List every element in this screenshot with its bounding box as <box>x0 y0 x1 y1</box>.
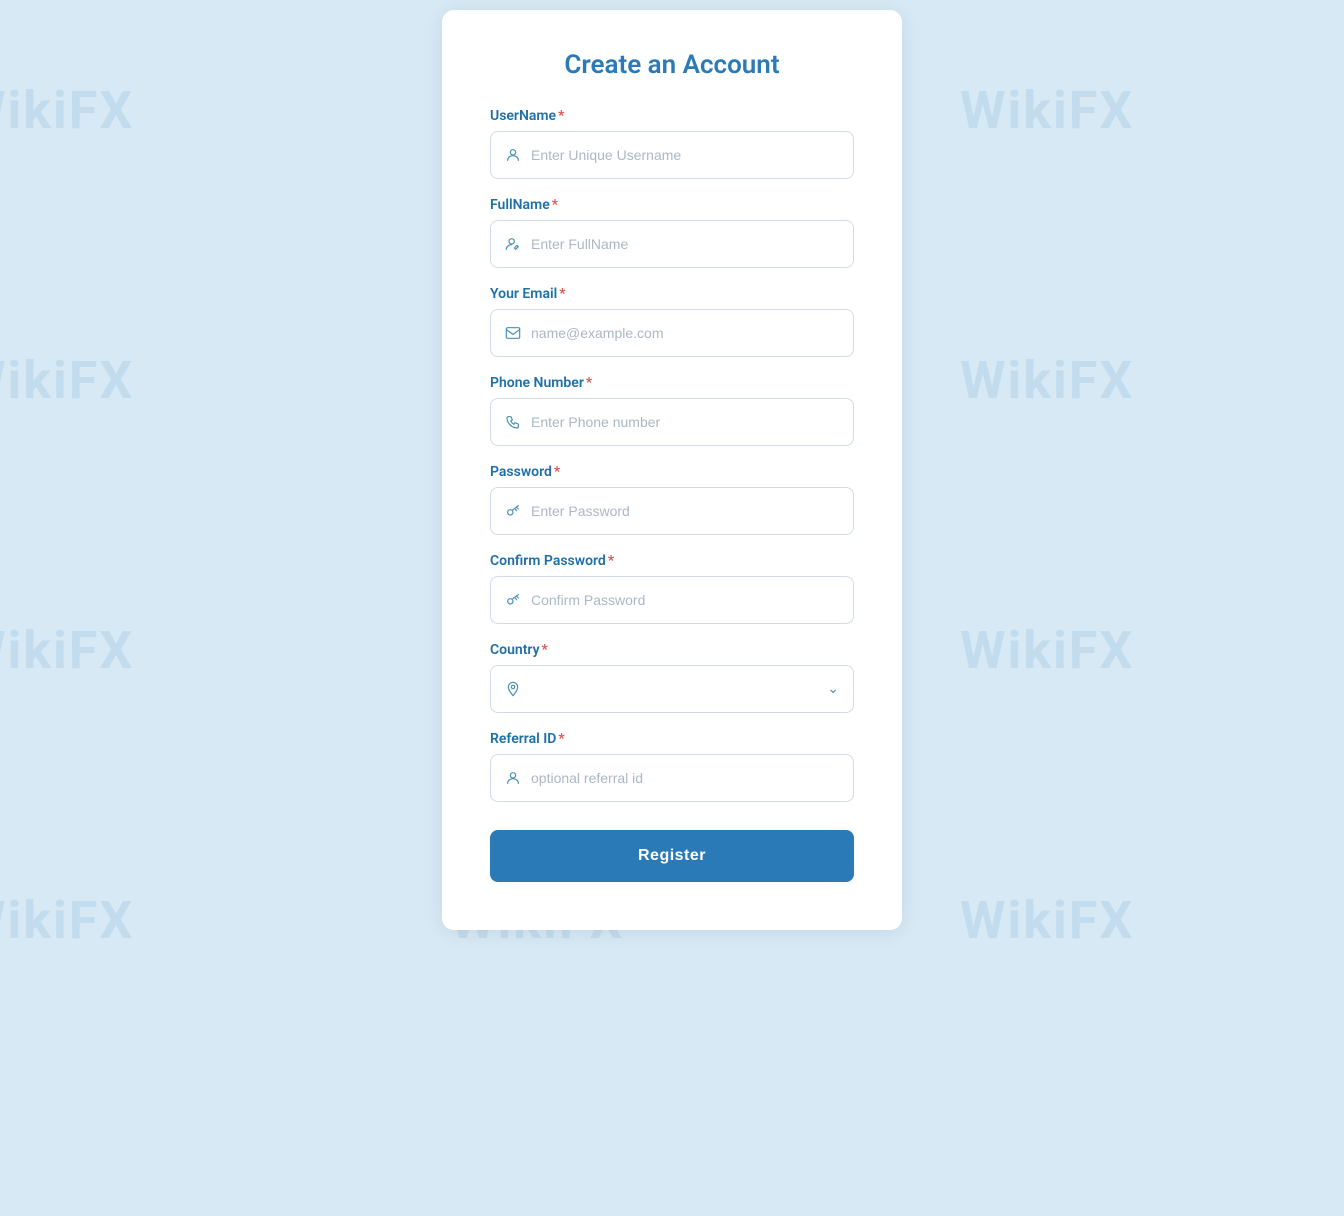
password-input-wrapper <box>490 487 854 535</box>
referral-field-group: Referral ID* <box>490 731 854 802</box>
phone-label: Phone Number* <box>490 375 854 391</box>
confirm-password-input-wrapper <box>490 576 854 624</box>
country-label: Country* <box>490 642 854 658</box>
confirm-password-field-group: Confirm Password* <box>490 553 854 624</box>
mail-icon <box>505 325 521 341</box>
password-field-group: Password* <box>490 464 854 535</box>
required-marker: * <box>608 553 614 569</box>
fullname-input-wrapper <box>490 220 854 268</box>
key-icon-2 <box>505 592 521 608</box>
chevron-down-icon: ⌄ <box>827 681 839 697</box>
required-marker: * <box>558 108 564 124</box>
location-pin-icon <box>505 681 521 697</box>
watermark: WikiFX <box>0 890 134 951</box>
country-select-wrapper: United States United Kingdom Canada Aust… <box>490 665 854 713</box>
phone-input[interactable] <box>531 399 839 445</box>
email-input[interactable] <box>531 310 839 356</box>
phone-icon <box>505 414 521 430</box>
watermark: WikiFX <box>0 620 134 681</box>
country-field-group: Country* United States United Kingdom Ca… <box>490 642 854 713</box>
watermark: WikiFX <box>960 890 1134 951</box>
email-field-group: Your Email* <box>490 286 854 357</box>
email-label: Your Email* <box>490 286 854 302</box>
watermark: WikiFX <box>960 80 1134 141</box>
user-icon <box>505 147 521 163</box>
watermark: WikiFX <box>960 350 1134 411</box>
email-input-wrapper <box>490 309 854 357</box>
password-input[interactable] <box>531 488 839 534</box>
key-icon <box>505 503 521 519</box>
page-title: Create an Account <box>490 50 854 80</box>
referral-label: Referral ID* <box>490 731 854 747</box>
referral-input[interactable] <box>531 755 839 801</box>
phone-field-group: Phone Number* <box>490 375 854 446</box>
referral-input-wrapper <box>490 754 854 802</box>
user-edit-icon <box>505 236 521 252</box>
watermark: WikiFX <box>0 350 134 411</box>
confirm-password-input[interactable] <box>531 577 839 623</box>
username-input-wrapper <box>490 131 854 179</box>
fullname-label: FullName* <box>490 197 854 213</box>
required-marker: * <box>552 197 558 213</box>
phone-input-wrapper <box>490 398 854 446</box>
required-marker: * <box>586 375 592 391</box>
required-marker: * <box>558 731 564 747</box>
required-marker: * <box>542 642 548 658</box>
required-marker: * <box>554 464 560 480</box>
password-label: Password* <box>490 464 854 480</box>
fullname-field-group: FullName* <box>490 197 854 268</box>
fullname-input[interactable] <box>531 221 839 267</box>
watermark: WikiFX <box>0 80 134 141</box>
registration-card: Create an Account UserName* FullName* Yo… <box>442 10 902 930</box>
watermark: WikiFX <box>960 620 1134 681</box>
register-button[interactable]: Register <box>490 830 854 882</box>
confirm-password-label: Confirm Password* <box>490 553 854 569</box>
username-field-group: UserName* <box>490 108 854 179</box>
username-input[interactable] <box>531 132 839 178</box>
referral-user-icon <box>505 770 521 786</box>
country-select[interactable]: United States United Kingdom Canada Aust… <box>531 666 821 712</box>
required-marker: * <box>559 286 565 302</box>
username-label: UserName* <box>490 108 854 124</box>
